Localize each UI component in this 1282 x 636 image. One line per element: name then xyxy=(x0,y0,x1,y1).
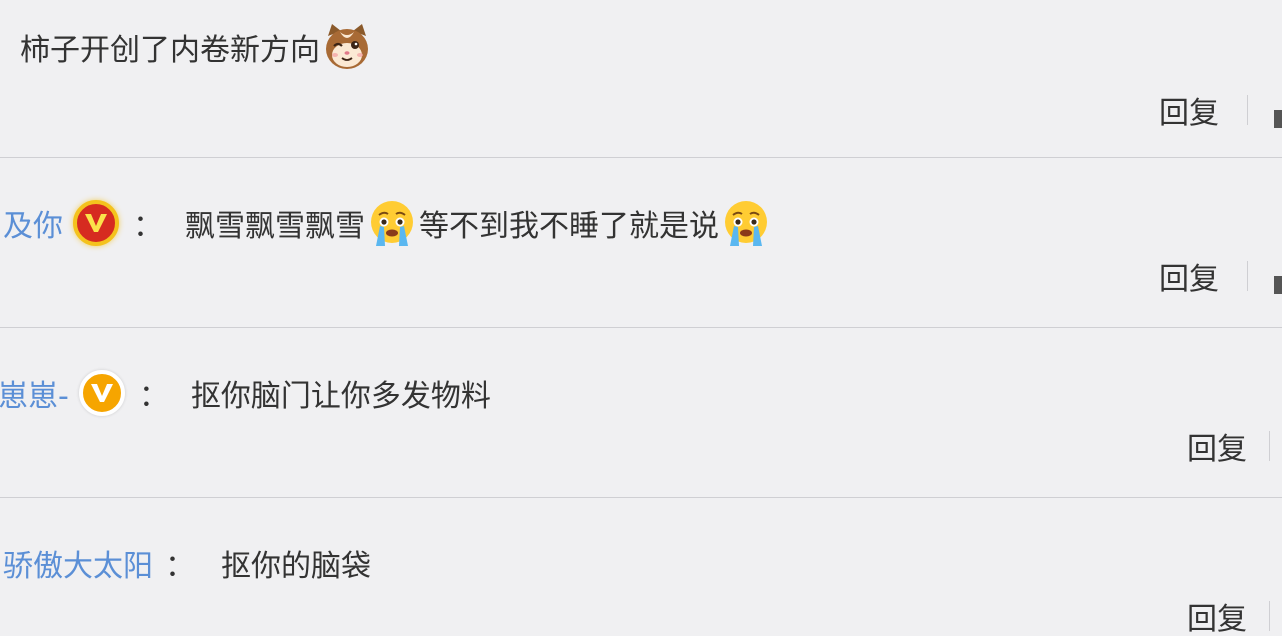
reply-button[interactable]: 回复 xyxy=(1187,424,1247,468)
divider xyxy=(1247,261,1248,291)
reply-actions: 回复 xyxy=(1159,254,1282,298)
username-link[interactable]: 崽崽- xyxy=(0,371,69,415)
comment-text: 抠你脑门让你多发物料 xyxy=(190,379,491,414)
reply-button[interactable]: 回复 xyxy=(1159,254,1219,298)
colon: ： xyxy=(165,549,195,584)
comment-item: 及你 ： 飘雪飘雪飘雪 等不到我不睡了就是说 回复 xyxy=(0,158,1282,328)
cat-face-emoji-icon xyxy=(322,22,372,72)
crying-face-emoji-icon xyxy=(721,198,771,248)
comment-text: 柿子开创了内卷新方向 xyxy=(20,33,320,68)
more-options-icon[interactable] xyxy=(1274,110,1282,128)
colon: ： xyxy=(138,379,169,414)
comment-content: 骄傲大太阳 ： 抠你的脑袋 xyxy=(3,538,371,588)
comment-text: 飘雪飘雪飘雪 xyxy=(185,209,365,244)
comment-item: 骄傲大太阳 ： 抠你的脑袋 回复 xyxy=(0,498,1282,636)
reply-button[interactable]: 回复 xyxy=(1159,88,1219,132)
divider xyxy=(1247,95,1248,125)
divider xyxy=(1269,431,1270,461)
comment-content: 崽崽- ： 抠你脑门让你多发物料 xyxy=(0,368,491,418)
reply-actions: 回复 xyxy=(1187,424,1282,468)
comment-content: 柿子开创了内卷新方向 xyxy=(20,22,374,72)
crying-face-emoji-icon xyxy=(367,198,417,248)
colon: ： xyxy=(133,209,163,244)
comment-item: 柿子开创了内卷新方向 回复 xyxy=(0,0,1282,158)
reply-button[interactable]: 回复 xyxy=(1187,594,1247,636)
red-v-badge-icon xyxy=(73,200,119,246)
reply-actions: 回复 xyxy=(1187,596,1282,636)
username-link[interactable]: 骄傲大太阳 xyxy=(3,541,153,585)
comment-text: 抠你的脑袋 xyxy=(221,549,371,584)
more-options-icon[interactable] xyxy=(1274,276,1282,294)
username-link[interactable]: 及你 xyxy=(3,201,63,245)
reply-actions: 回复 xyxy=(1159,88,1282,132)
comment-content: 及你 ： 飘雪飘雪飘雪 等不到我不睡了就是说 xyxy=(3,198,773,248)
divider xyxy=(1269,601,1270,631)
comment-item: 崽崽- ： 抠你脑门让你多发物料 回复 xyxy=(0,328,1282,498)
comment-text: 等不到我不睡了就是说 xyxy=(419,209,719,244)
gold-v-badge-icon xyxy=(78,370,125,416)
comment-list: 柿子开创了内卷新方向 回复 及你 ： 飘雪飘雪飘雪 等不到我不睡了就是说 回复 … xyxy=(0,0,1282,636)
